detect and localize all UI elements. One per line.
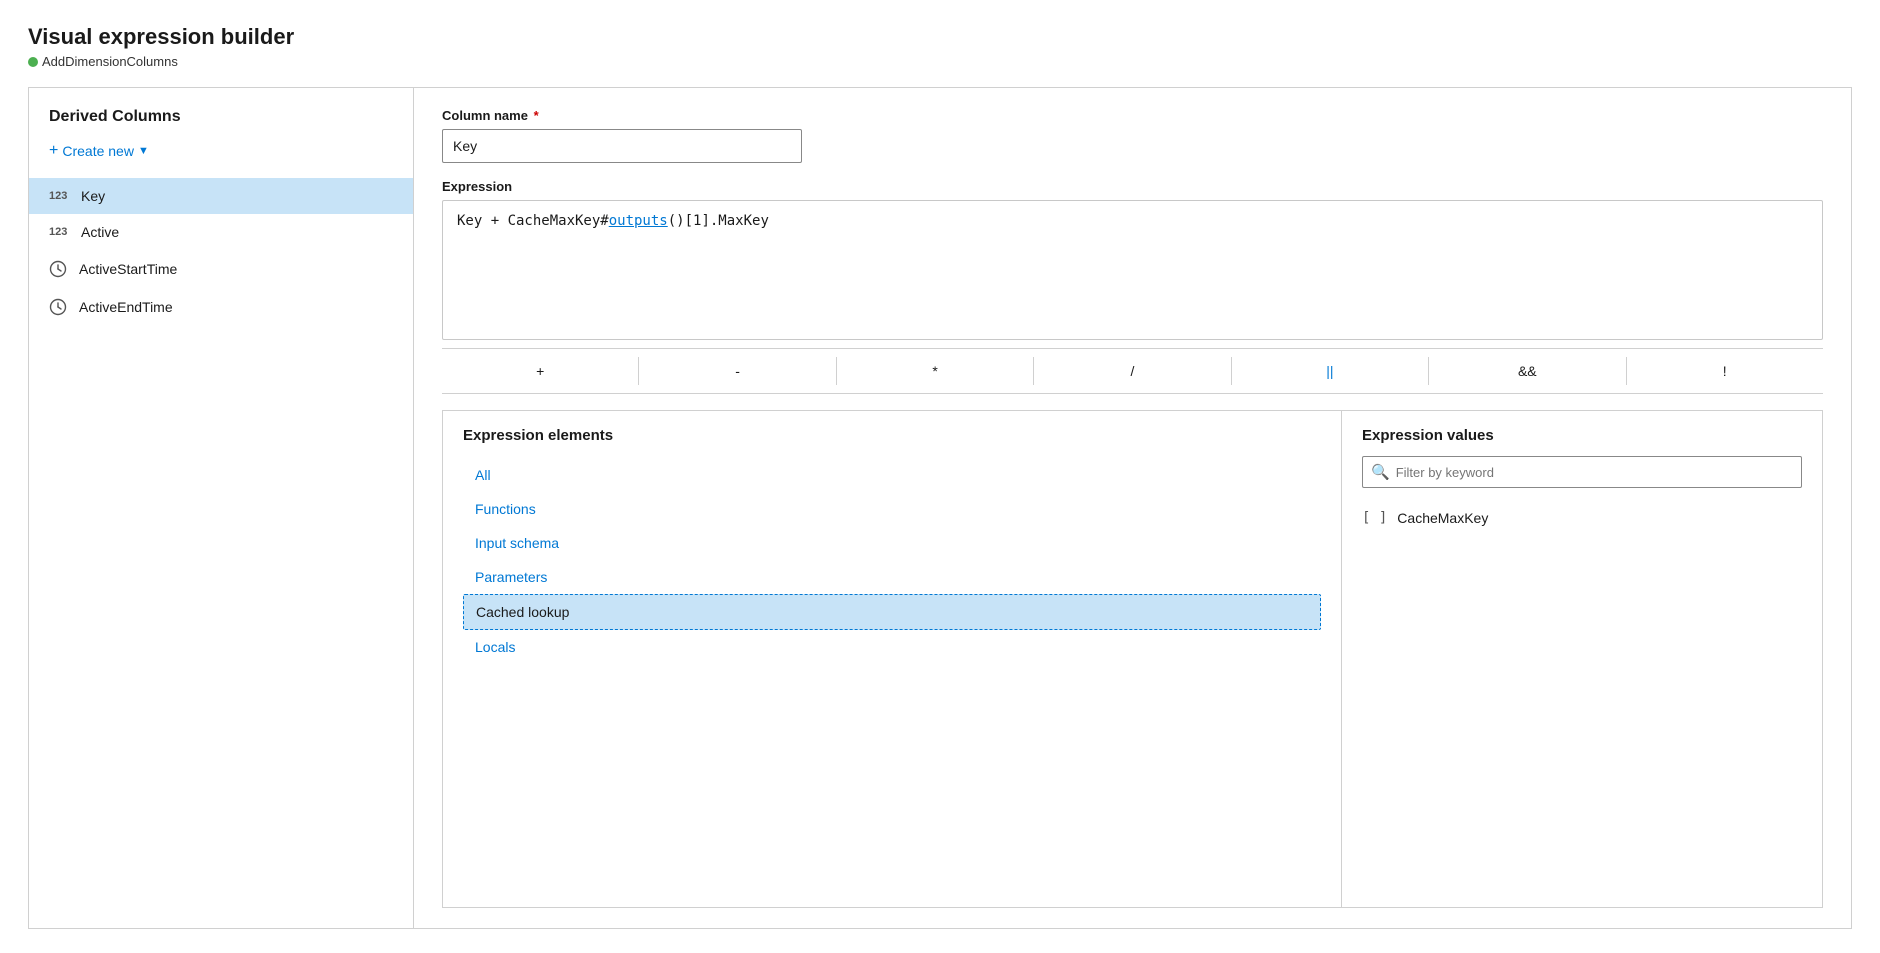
status-dot bbox=[28, 57, 38, 67]
expression-text: Key + CacheMaxKey#outputs()[1].MaxKey bbox=[457, 213, 769, 229]
expression-label: Expression bbox=[442, 179, 1823, 194]
operators-bar: + - * / || && ! bbox=[442, 348, 1823, 394]
derived-columns-heading: Derived Columns bbox=[29, 108, 413, 126]
operator-or[interactable]: || bbox=[1232, 357, 1429, 385]
operator-and[interactable]: && bbox=[1429, 357, 1626, 385]
value-cachemaxkey[interactable]: [ ] CacheMaxKey bbox=[1362, 502, 1802, 534]
columns-list: 123 Key 123 Active bbox=[29, 178, 413, 928]
expression-elements-title: Expression elements bbox=[463, 427, 1321, 444]
column-name-section: Column name * bbox=[442, 108, 1823, 163]
bottom-section: Expression elements All Functions Input … bbox=[442, 410, 1823, 908]
subtitle-text: AddDimensionColumns bbox=[42, 54, 178, 69]
subtitle-area: AddDimensionColumns bbox=[28, 54, 1852, 69]
element-all[interactable]: All bbox=[463, 458, 1321, 492]
expression-section: Expression Key + CacheMaxKey#outputs()[1… bbox=[442, 179, 1823, 340]
column-name-label: Column name * bbox=[442, 108, 1823, 123]
right-panel: Column name * Expression Key + CacheMaxK… bbox=[414, 88, 1851, 928]
expression-link[interactable]: outputs bbox=[609, 213, 668, 229]
element-functions[interactable]: Functions bbox=[463, 492, 1321, 526]
operator-divide[interactable]: / bbox=[1034, 357, 1231, 385]
col-name-key: Key bbox=[81, 188, 105, 204]
plus-icon: + bbox=[49, 142, 58, 160]
operator-plus[interactable]: + bbox=[442, 357, 639, 385]
operator-multiply[interactable]: * bbox=[837, 357, 1034, 385]
create-new-label: Create new bbox=[62, 143, 134, 159]
expression-elements-panel: Expression elements All Functions Input … bbox=[443, 411, 1342, 907]
col-name-activeendtime: ActiveEndTime bbox=[79, 299, 173, 315]
page-title: Visual expression builder bbox=[28, 24, 1852, 50]
operator-not[interactable]: ! bbox=[1627, 357, 1823, 385]
operator-minus[interactable]: - bbox=[639, 357, 836, 385]
column-item-activeendtime[interactable]: ActiveEndTime bbox=[29, 288, 413, 326]
content-area: Derived Columns + Create new ▼ 123 Key 1… bbox=[28, 87, 1852, 929]
expression-values-panel: Expression values 🔍 [ ] CacheMaxKey bbox=[1342, 411, 1822, 907]
column-item-key[interactable]: 123 Key bbox=[29, 178, 413, 214]
column-item-activestarttime[interactable]: ActiveStartTime bbox=[29, 250, 413, 288]
filter-input-wrap: 🔍 bbox=[1362, 456, 1802, 488]
array-icon: [ ] bbox=[1362, 510, 1387, 526]
element-input-schema[interactable]: Input schema bbox=[463, 526, 1321, 560]
filter-input[interactable] bbox=[1396, 465, 1793, 480]
elements-list: All Functions Input schema Parameters Ca… bbox=[463, 458, 1321, 664]
element-parameters[interactable]: Parameters bbox=[463, 560, 1321, 594]
chevron-down-icon: ▼ bbox=[138, 145, 149, 157]
title-area: Visual expression builder AddDimensionCo… bbox=[28, 24, 1852, 69]
element-cached-lookup[interactable]: Cached lookup bbox=[463, 594, 1321, 630]
expression-values-title: Expression values bbox=[1362, 427, 1802, 444]
col-name-active: Active bbox=[81, 224, 119, 240]
required-star: * bbox=[530, 108, 539, 123]
col-name-activestarttime: ActiveStartTime bbox=[79, 261, 177, 277]
clock-icon-start bbox=[49, 260, 67, 278]
column-name-input[interactable] bbox=[442, 129, 802, 163]
search-icon: 🔍 bbox=[1371, 463, 1390, 481]
column-item-active[interactable]: 123 Active bbox=[29, 214, 413, 250]
expression-editor[interactable]: Key + CacheMaxKey#outputs()[1].MaxKey bbox=[442, 200, 1823, 340]
type-badge-active: 123 bbox=[49, 226, 69, 238]
create-new-button[interactable]: + Create new ▼ bbox=[29, 136, 413, 166]
type-badge-key: 123 bbox=[49, 190, 69, 202]
clock-icon-end bbox=[49, 298, 67, 316]
element-locals[interactable]: Locals bbox=[463, 630, 1321, 664]
value-name-cachemaxkey: CacheMaxKey bbox=[1397, 510, 1488, 526]
left-panel: Derived Columns + Create new ▼ 123 Key 1… bbox=[29, 88, 414, 928]
